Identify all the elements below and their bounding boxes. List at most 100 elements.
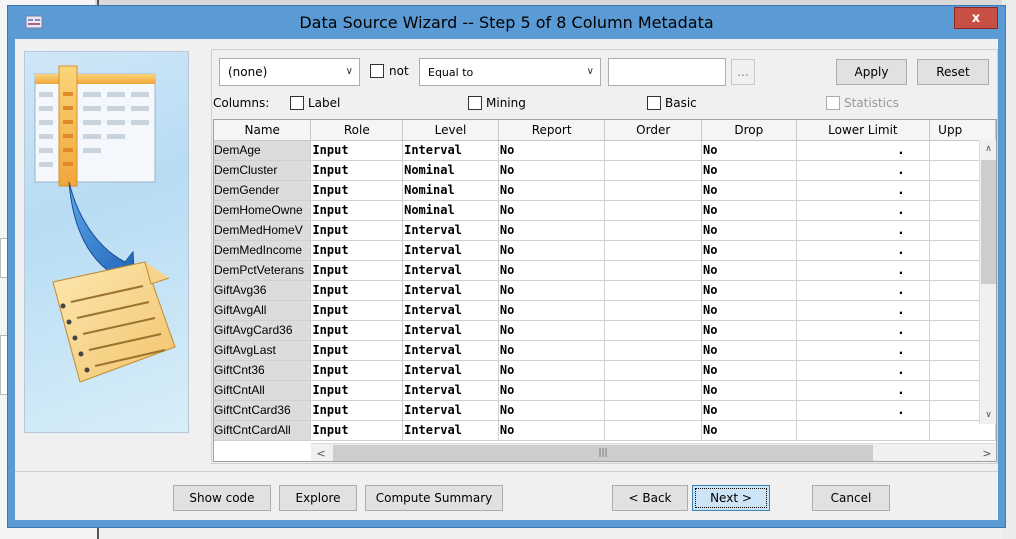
table-cell[interactable]: [604, 220, 703, 241]
scroll-right-icon[interactable]: >: [977, 444, 996, 461]
table-row[interactable]: DemGender Input Nominal No No.: [214, 180, 996, 201]
column-header[interactable]: Order: [604, 120, 703, 141]
table-cell[interactable]: .: [796, 280, 931, 301]
table-cell[interactable]: Input: [310, 260, 404, 281]
table-cell[interactable]: .: [796, 140, 931, 161]
table-row[interactable]: GiftAvgAll Input Interval No No.: [214, 300, 996, 321]
table-cell[interactable]: GiftAvgAll: [214, 300, 312, 321]
table-cell[interactable]: DemMedIncome: [214, 240, 312, 261]
table-row[interactable]: GiftCntAll Input Interval No No.: [214, 380, 996, 401]
table-cell[interactable]: .: [796, 360, 931, 381]
table-cell[interactable]: GiftAvgCard36: [214, 320, 312, 341]
table-cell[interactable]: .: [796, 180, 931, 201]
table-row[interactable]: GiftAvg36 Input Interval No No.: [214, 280, 996, 301]
table-cell[interactable]: .: [796, 400, 931, 421]
table-cell[interactable]: No: [701, 380, 797, 401]
table-cell[interactable]: Input: [310, 200, 404, 221]
table-cell[interactable]: Input: [310, 280, 404, 301]
table-cell[interactable]: [604, 420, 703, 441]
table-cell[interactable]: .: [796, 220, 931, 241]
table-cell[interactable]: DemPctVeterans: [214, 260, 312, 281]
table-cell[interactable]: Input: [310, 220, 404, 241]
filter-value-input[interactable]: [608, 58, 726, 86]
horizontal-scrollbar[interactable]: < ||| >: [311, 443, 996, 461]
table-cell[interactable]: [604, 380, 703, 401]
table-cell[interactable]: No: [498, 400, 606, 421]
table-cell[interactable]: Input: [310, 180, 404, 201]
table-cell[interactable]: Input: [310, 160, 404, 181]
table-cell[interactable]: Input: [310, 320, 404, 341]
table-cell[interactable]: DemCluster: [214, 160, 312, 181]
table-cell[interactable]: Input: [310, 360, 404, 381]
column-header[interactable]: Lower Limit: [796, 120, 931, 141]
table-row[interactable]: DemAge Input Interval No No.: [214, 140, 996, 161]
apply-button[interactable]: Apply: [836, 59, 907, 85]
table-cell[interactable]: No: [498, 340, 606, 361]
column-header[interactable]: Upp: [929, 120, 996, 141]
table-cell[interactable]: Interval: [402, 320, 499, 341]
table-cell[interactable]: .: [796, 160, 931, 181]
not-checkbox[interactable]: [370, 64, 384, 78]
table-cell[interactable]: Interval: [402, 380, 499, 401]
table-cell[interactable]: Input: [310, 400, 404, 421]
table-cell[interactable]: GiftCntCard36: [214, 400, 312, 421]
reset-button[interactable]: Reset: [917, 59, 989, 85]
table-cell[interactable]: No: [498, 300, 606, 321]
table-cell[interactable]: Input: [310, 380, 404, 401]
table-cell[interactable]: No: [498, 200, 606, 221]
vertical-scroll-thumb[interactable]: [981, 160, 996, 284]
table-row[interactable]: DemCluster Input Nominal No No.: [214, 160, 996, 181]
table-cell[interactable]: GiftCntCardAll: [214, 420, 312, 441]
table-cell[interactable]: Nominal: [402, 200, 499, 221]
table-cell[interactable]: .: [796, 300, 931, 321]
table-cell[interactable]: .: [796, 240, 931, 261]
filter-column-select[interactable]: (none) ∨: [219, 58, 360, 86]
close-button[interactable]: x: [954, 7, 998, 29]
table-cell[interactable]: No: [701, 400, 797, 421]
table-cell[interactable]: [604, 280, 703, 301]
table-cell[interactable]: .: [796, 380, 931, 401]
table-row[interactable]: GiftAvgLast Input Interval No No.: [214, 340, 996, 361]
table-row[interactable]: DemMedHomeV Input Interval No No.: [214, 220, 996, 241]
table-cell[interactable]: No: [498, 240, 606, 261]
table-cell[interactable]: No: [498, 360, 606, 381]
table-cell[interactable]: [604, 360, 703, 381]
table-cell[interactable]: No: [498, 420, 606, 441]
table-cell[interactable]: No: [701, 220, 797, 241]
table-cell[interactable]: DemGender: [214, 180, 312, 201]
table-cell[interactable]: No: [701, 260, 797, 281]
table-cell[interactable]: Interval: [402, 140, 499, 161]
column-metadata-grid[interactable]: Name Role Level Report Order Drop Lower …: [213, 119, 997, 462]
table-cell[interactable]: DemHomeOwne: [214, 200, 312, 221]
basic-checkbox[interactable]: [647, 96, 661, 110]
table-cell[interactable]: Nominal: [402, 180, 499, 201]
table-cell[interactable]: [604, 260, 703, 281]
table-cell[interactable]: DemMedHomeV: [214, 220, 312, 241]
column-header[interactable]: Report: [498, 120, 606, 141]
scroll-left-icon[interactable]: <: [311, 444, 331, 461]
table-cell[interactable]: [604, 340, 703, 361]
table-cell[interactable]: No: [701, 320, 797, 341]
table-cell[interactable]: No: [498, 260, 606, 281]
table-cell[interactable]: Interval: [402, 260, 499, 281]
table-cell[interactable]: [604, 160, 703, 181]
back-button[interactable]: < Back: [612, 485, 688, 511]
table-cell[interactable]: No: [701, 240, 797, 261]
table-cell[interactable]: Interval: [402, 420, 499, 441]
table-cell[interactable]: No: [498, 160, 606, 181]
column-header[interactable]: Role: [310, 120, 404, 141]
title-bar[interactable]: Data Source Wizard -- Step 5 of 8 Column…: [15, 6, 998, 39]
table-cell[interactable]: Interval: [402, 400, 499, 421]
table-row[interactable]: GiftCntCard36 Input Interval No No.: [214, 400, 996, 421]
table-cell[interactable]: [604, 140, 703, 161]
table-cell[interactable]: Input: [310, 300, 404, 321]
table-cell[interactable]: Input: [310, 420, 404, 441]
table-cell[interactable]: Input: [310, 240, 404, 261]
table-cell[interactable]: No: [701, 140, 797, 161]
table-cell[interactable]: No: [498, 220, 606, 241]
table-cell[interactable]: [604, 180, 703, 201]
table-row[interactable]: GiftCnt36 Input Interval No No.: [214, 360, 996, 381]
table-row[interactable]: DemPctVeterans Input Interval No No.: [214, 260, 996, 281]
table-cell[interactable]: Nominal: [402, 160, 499, 181]
table-cell[interactable]: Interval: [402, 220, 499, 241]
